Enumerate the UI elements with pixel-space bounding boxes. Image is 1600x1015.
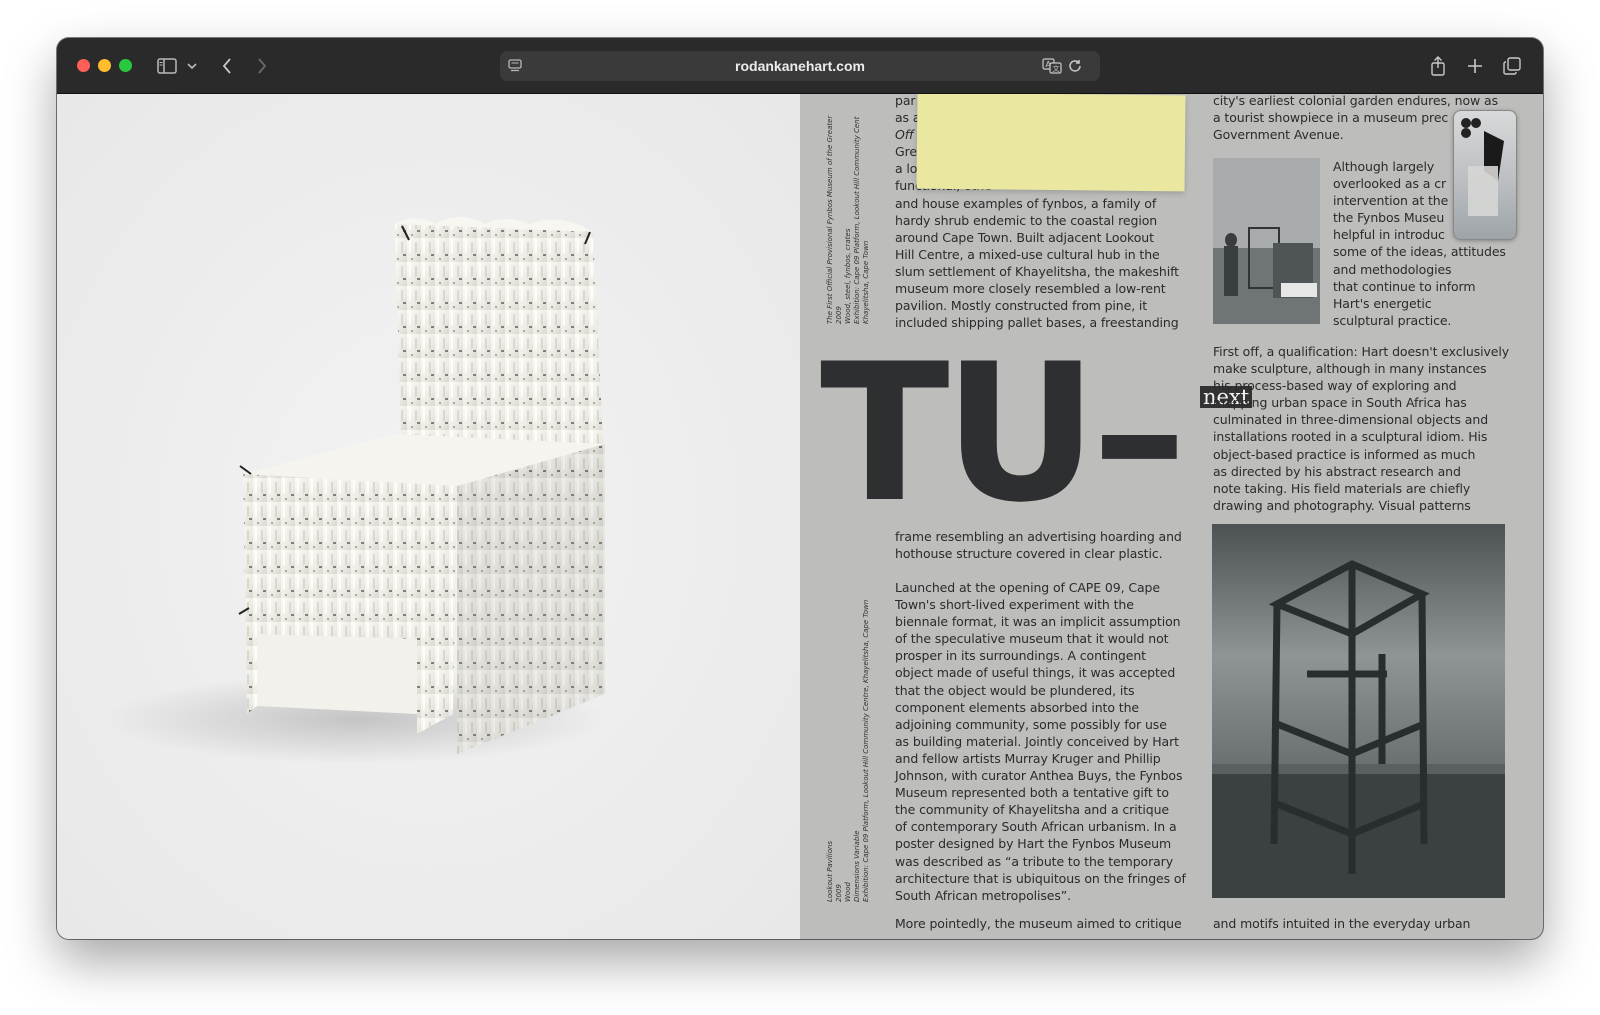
text-line: the community of Khayelitsha and a criti…	[895, 802, 1169, 818]
caption-line: 2009	[835, 306, 843, 324]
address-bar[interactable]: rodankanehart.com A文	[500, 51, 1100, 81]
text-line: adjoining community, some possibly for u…	[895, 716, 1167, 732]
text-line: installations rooted in a sculptural idi…	[1213, 429, 1488, 445]
text-line: of the speculative museum that it would …	[895, 631, 1169, 647]
close-window-button[interactable]	[77, 59, 90, 72]
text-line: city's earliest colonial garden endures,…	[1213, 94, 1498, 108]
zoom-window-button[interactable]	[119, 59, 132, 72]
text-line: and house examples of fynbos, a family o…	[895, 195, 1157, 211]
caption-top: The First Official Provisional Fynbos Mu…	[826, 116, 871, 324]
text-line: hardy shrub endemic to the coastal regio…	[895, 212, 1158, 228]
text-line: was described as “a tribute to the tempo…	[895, 853, 1174, 869]
article-column-a-cut: More pointedly, the museum aimed to crit…	[895, 916, 1182, 931]
new-tab-plus-icon[interactable]	[1464, 52, 1486, 80]
field-photo-small	[1213, 158, 1320, 324]
headline: TU–	[820, 323, 1187, 544]
text-line: culminated in three-dimensional objects …	[1213, 412, 1489, 428]
url-text: rodankanehart.com	[735, 58, 865, 74]
article-column-a-bottom: Launched at the opening of CAPE 09, Cape…	[895, 579, 1195, 904]
text-line: his process-based way of exploring and	[1213, 378, 1457, 394]
text-line: poster designed by Hart the Fynbos Museu…	[895, 836, 1172, 852]
text-line: prosper in its surroundings. A contingen…	[895, 648, 1146, 664]
chevron-down-icon[interactable]	[184, 52, 200, 80]
caption-line: Exhibition: Cape 09 Platform, Lookout Hi…	[862, 599, 870, 902]
translate-icon[interactable]: A文	[1041, 52, 1063, 80]
minimize-window-button[interactable]	[98, 59, 111, 72]
reload-icon[interactable]	[1065, 52, 1085, 80]
svg-text:文: 文	[1053, 64, 1060, 73]
text-line: drawing and photography. Visual patterns	[1213, 497, 1471, 513]
text-line: as building material. Jointly conceived …	[895, 733, 1179, 749]
page-content: The First Official Provisional Fynbos Mu…	[57, 94, 1543, 939]
text-line: make sculpture, although in many instanc…	[1213, 361, 1487, 377]
caption-line: Wood, steel, fynbos, crates	[844, 228, 852, 324]
text-line: Museum represented both a tentative gift…	[895, 785, 1169, 801]
tab-overview-icon[interactable]	[1501, 52, 1523, 80]
caption-line: Lookout Pavilions	[826, 840, 834, 902]
text-line: component elements absorbed into the	[895, 699, 1139, 715]
text-line: Hart's energetic	[1333, 295, 1432, 311]
caption-bottom: Lookout Pavilions 2009 Wood Dimensions V…	[826, 600, 871, 902]
text-line: Launched at the opening of CAPE 09, Cape	[895, 580, 1160, 595]
article-column-a-mid: frame resembling an advertising hoarding…	[895, 528, 1195, 562]
text-line: some of the ideas, attitudes	[1333, 244, 1506, 260]
text-line: around Cape Town. Built adjacent Lookout	[895, 229, 1154, 245]
wax-chair-image	[57, 94, 800, 939]
text-line: of contemporary South African urbanism. …	[895, 819, 1177, 835]
caption-line: Dimensions Variable	[853, 830, 861, 902]
text-line: museum more closely resembled a low-rent	[895, 281, 1166, 297]
text-line: and fellow artists Murray Kruger and Phi…	[895, 750, 1161, 766]
browser-window: rodankanehart.com A文 The First Official …	[57, 38, 1543, 939]
share-icon[interactable]	[1427, 52, 1449, 80]
text-line: as directed by his abstract research and	[1213, 463, 1461, 479]
pavilion-photo	[1212, 524, 1505, 898]
text-line: hothouse structure covered in clear plas…	[895, 546, 1163, 562]
phone-screenshot-thumbnail[interactable]	[1453, 110, 1517, 240]
text-line: slum settlement of Khayelitsha, the make…	[895, 263, 1179, 279]
text-line: Johnson, with curator Anthea Buys, the F…	[895, 768, 1183, 784]
magazine-page: The First Official Provisional Fynbos Mu…	[800, 94, 1543, 939]
text-line: pavilion. Mostly constructed from pine, …	[895, 298, 1148, 314]
forward-arrow-icon[interactable]	[253, 52, 271, 80]
text-line: object made of useful things, it was acc…	[895, 665, 1176, 681]
text-line: biennale format, it was an implicit assu…	[895, 614, 1181, 630]
sticky-note[interactable]	[916, 94, 1186, 192]
text-line: mapping urban space in South Africa has	[1213, 395, 1467, 411]
chair-photo-panel	[57, 94, 800, 939]
text-line: object-based practice is informed as muc…	[1213, 446, 1476, 462]
text-line: note taking. His field materials are chi…	[1213, 480, 1471, 496]
text-line: that continue to inform	[1333, 278, 1476, 294]
caption-line: 2009	[835, 884, 843, 902]
sidebar-toggle-icon[interactable]	[155, 52, 179, 80]
article-column-b-mid: First off, a qualification: Hart doesn't…	[1213, 343, 1513, 514]
caption-line: Khayelitsha, Cape Town	[862, 240, 870, 324]
caption-line: Exhibition: Cape 09 Platform, Lookout Hi…	[853, 116, 861, 324]
back-arrow-icon[interactable]	[218, 52, 236, 80]
text-line: frame resembling an advertising hoarding…	[895, 529, 1182, 544]
text-line: Hill Centre, a mixed-use cultural hub in…	[895, 246, 1160, 262]
caption-line: The First Official Provisional Fynbos Mu…	[826, 115, 834, 324]
article-column-b-cut: and motifs intuited in the everyday urba…	[1213, 916, 1471, 931]
text-line: that the object would be plundered, its	[895, 682, 1135, 698]
browser-toolbar: rodankanehart.com A文	[57, 38, 1543, 94]
text-line: South African metropolises”.	[895, 887, 1072, 903]
text-line: Town's short-lived experiment with the	[895, 597, 1134, 613]
caption-line: Wood	[844, 882, 852, 902]
text-line: architecture that is ubiquitous on the f…	[895, 870, 1186, 886]
text-line: and methodologies	[1333, 261, 1452, 277]
text-line: sculptural practice.	[1333, 312, 1452, 328]
text-line: First off, a qualification: Hart doesn't…	[1213, 344, 1510, 359]
